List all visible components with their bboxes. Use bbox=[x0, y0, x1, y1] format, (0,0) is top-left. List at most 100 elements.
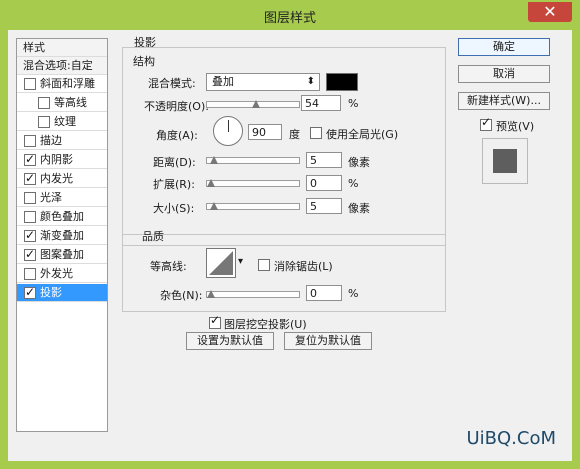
styles-list-item[interactable]: 光泽 bbox=[17, 189, 107, 207]
style-label[interactable]: 纹理 bbox=[54, 113, 76, 131]
style-label[interactable]: 投影 bbox=[40, 284, 62, 302]
noise-slider[interactable] bbox=[206, 288, 300, 300]
style-label[interactable]: 光泽 bbox=[40, 189, 62, 207]
styles-list-item[interactable]: 颜色叠加 bbox=[17, 208, 107, 226]
styles-list-item[interactable]: 外发光 bbox=[17, 265, 107, 283]
styles-header[interactable]: 样式 bbox=[17, 39, 107, 57]
quality-title: 品质 bbox=[142, 230, 164, 243]
angle-unit: 度 bbox=[289, 128, 300, 141]
ok-button[interactable]: 确定 bbox=[458, 38, 550, 56]
anti-alias-checkbox[interactable] bbox=[258, 259, 270, 271]
size-unit: 像素 bbox=[348, 202, 370, 215]
style-checkbox[interactable] bbox=[38, 97, 50, 109]
styles-list-item[interactable]: 投影 bbox=[17, 283, 107, 302]
contour-curve-icon bbox=[209, 251, 233, 275]
size-label: 大小(S): bbox=[153, 202, 195, 215]
close-button[interactable]: ✕ bbox=[528, 2, 572, 22]
noise-unit: % bbox=[348, 287, 359, 300]
noise-slider-thumb[interactable] bbox=[207, 290, 215, 298]
styles-list-item[interactable]: 等高线 bbox=[17, 94, 107, 112]
title-bar[interactable]: 图层样式 ✕ bbox=[0, 0, 580, 30]
knockout-label[interactable]: 图层挖空投影(U) bbox=[224, 316, 307, 332]
distance-unit: 像素 bbox=[348, 156, 370, 169]
noise-slider-track bbox=[206, 291, 300, 298]
styles-list-item[interactable]: 纹理 bbox=[17, 113, 107, 131]
noise-label: 杂色(N): bbox=[160, 289, 203, 302]
spread-slider[interactable] bbox=[206, 177, 300, 189]
anti-alias-label[interactable]: 消除锯齿(L) bbox=[274, 258, 333, 274]
distance-slider-track bbox=[206, 157, 300, 164]
distance-label: 距离(D): bbox=[153, 156, 196, 169]
contour-dropdown-icon[interactable]: ▾ bbox=[238, 256, 243, 267]
blend-mode-select[interactable]: 叠加 ⬍ bbox=[206, 73, 320, 91]
style-label[interactable]: 内阴影 bbox=[40, 151, 73, 169]
spread-slider-thumb[interactable] bbox=[207, 179, 215, 187]
structure-title: 结构 bbox=[133, 55, 155, 68]
style-checkbox[interactable] bbox=[24, 78, 36, 90]
opacity-slider-thumb[interactable] bbox=[252, 100, 261, 108]
size-slider-thumb[interactable] bbox=[210, 202, 218, 210]
new-style-button[interactable]: 新建样式(W)... bbox=[458, 92, 550, 110]
spread-slider-track bbox=[206, 180, 300, 187]
styles-list: 样式 混合选项:自定 斜面和浮雕等高线纹理描边内阴影内发光光泽颜色叠加渐变叠加图… bbox=[16, 38, 108, 432]
cancel-button[interactable]: 取消 bbox=[458, 65, 550, 83]
style-label[interactable]: 等高线 bbox=[54, 94, 87, 112]
preview-label[interactable]: 预览(V) bbox=[496, 118, 534, 134]
contour-picker[interactable] bbox=[206, 248, 236, 278]
style-checkbox[interactable] bbox=[24, 169, 36, 187]
style-checkbox[interactable] bbox=[24, 192, 36, 204]
preview-thumbnail bbox=[493, 149, 517, 173]
style-preview bbox=[482, 138, 528, 184]
set-default-button[interactable]: 设置为默认值 bbox=[186, 332, 274, 350]
style-label[interactable]: 内发光 bbox=[40, 170, 73, 188]
styles-list-item[interactable]: 图案叠加 bbox=[17, 245, 107, 264]
angle-dial[interactable] bbox=[213, 116, 243, 146]
spread-label: 扩展(R): bbox=[153, 178, 195, 191]
style-label[interactable]: 描边 bbox=[40, 132, 62, 150]
layer-style-dialog: 图层样式 ✕ 样式 混合选项:自定 斜面和浮雕等高线纹理描边内阴影内发光光泽颜色… bbox=[0, 0, 580, 469]
size-slider-track bbox=[206, 203, 300, 210]
styles-list-item[interactable]: 内发光 bbox=[17, 169, 107, 188]
global-light-label[interactable]: 使用全局光(G) bbox=[326, 126, 398, 142]
preview-checkbox[interactable] bbox=[480, 115, 492, 131]
style-label[interactable]: 颜色叠加 bbox=[40, 208, 84, 226]
reset-default-button[interactable]: 复位为默认值 bbox=[284, 332, 372, 350]
style-checkbox[interactable] bbox=[24, 283, 36, 301]
styles-list-item[interactable]: 描边 bbox=[17, 132, 107, 150]
dialog-title: 图层样式 bbox=[263, 11, 316, 26]
style-checkbox[interactable] bbox=[38, 116, 50, 128]
style-label[interactable]: 渐变叠加 bbox=[40, 227, 84, 245]
blend-mode-label: 混合模式: bbox=[148, 77, 196, 90]
distance-slider-thumb[interactable] bbox=[210, 156, 218, 164]
style-label[interactable]: 斜面和浮雕 bbox=[40, 75, 95, 93]
style-checkbox[interactable] bbox=[24, 135, 36, 147]
style-checkbox[interactable] bbox=[24, 150, 36, 168]
noise-input[interactable]: 0 bbox=[306, 285, 342, 301]
shadow-color-swatch[interactable] bbox=[326, 73, 358, 91]
style-checkbox[interactable] bbox=[24, 268, 36, 280]
size-slider[interactable] bbox=[206, 200, 300, 212]
style-checkbox[interactable] bbox=[24, 211, 36, 223]
global-light-checkbox[interactable] bbox=[310, 127, 322, 139]
angle-label: 角度(A): bbox=[156, 129, 198, 142]
blend-mode-value: 叠加 bbox=[212, 75, 234, 88]
style-checkbox[interactable] bbox=[24, 245, 36, 263]
knockout-checkbox[interactable] bbox=[209, 313, 221, 329]
spread-unit: % bbox=[348, 177, 359, 190]
distance-input[interactable]: 5 bbox=[306, 152, 342, 168]
watermark-logo: UiBQ.CoM bbox=[466, 428, 556, 449]
opacity-label: 不透明度(O): bbox=[144, 100, 209, 113]
blend-options-item[interactable]: 混合选项:自定 bbox=[17, 57, 107, 75]
spread-input[interactable]: 0 bbox=[306, 175, 342, 191]
styles-list-item[interactable]: 渐变叠加 bbox=[17, 226, 107, 245]
style-checkbox[interactable] bbox=[24, 226, 36, 244]
opacity-slider[interactable] bbox=[206, 98, 300, 110]
angle-input[interactable]: 90 bbox=[248, 124, 282, 140]
styles-list-item[interactable]: 内阴影 bbox=[17, 150, 107, 169]
styles-list-item[interactable]: 斜面和浮雕 bbox=[17, 75, 107, 93]
style-label[interactable]: 外发光 bbox=[40, 265, 73, 283]
distance-slider[interactable] bbox=[206, 154, 300, 166]
size-input[interactable]: 5 bbox=[306, 198, 342, 214]
opacity-input[interactable]: 54 bbox=[301, 95, 341, 111]
style-label[interactable]: 图案叠加 bbox=[40, 246, 84, 264]
